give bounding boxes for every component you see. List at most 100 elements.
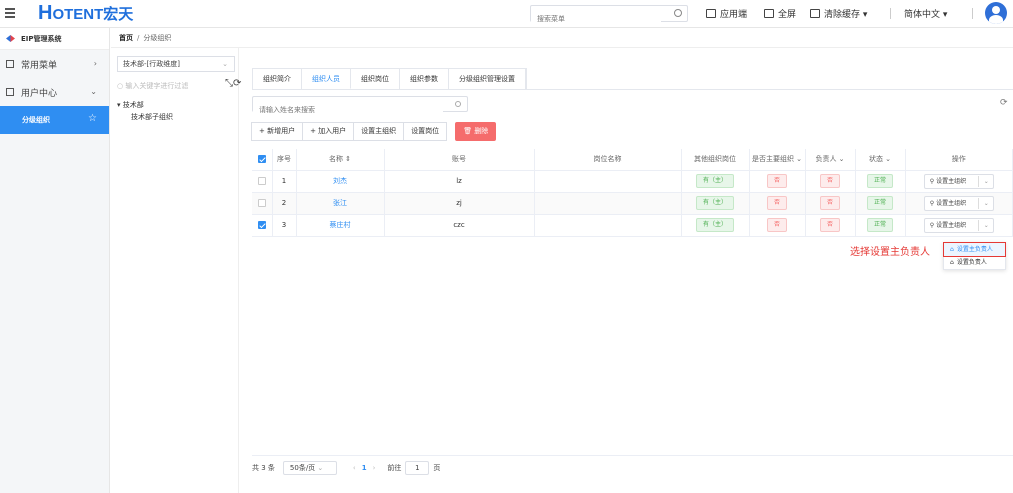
tab-org-posts[interactable]: 组织岗位: [351, 69, 400, 89]
menu-toggle-icon[interactable]: [5, 8, 15, 18]
current-page[interactable]: 1: [362, 464, 367, 472]
sidebar-item-user-center[interactable]: 用户中心 ⌄: [0, 78, 109, 106]
menu-item-set-leader[interactable]: 设置负责人: [944, 256, 1005, 269]
sidebar-item-label: 分级组织: [22, 116, 50, 124]
org-tree-panel: 技术部-[行政维度] ⌄ ○ 输入关键字进行过滤 ⤡⟳ ▾ 技术部 技术部子组织: [111, 48, 241, 493]
col-other-org-post: 其他组织岗位: [681, 149, 750, 171]
set-post-button[interactable]: 设置岗位: [403, 122, 448, 141]
divider: [977, 219, 979, 231]
system-title-text: EIP管理系统: [21, 34, 62, 43]
add-user-button[interactable]: + 新增用户: [251, 122, 304, 141]
fullscreen-icon: [764, 9, 774, 18]
main-org-tag: 否: [766, 196, 787, 210]
tree-node[interactable]: 技术部子组织: [131, 112, 173, 122]
name-search-input[interactable]: [253, 103, 443, 117]
select-all-header[interactable]: [252, 149, 273, 171]
logo-mark: H: [38, 1, 52, 24]
divider: [252, 455, 1013, 456]
row-post: [534, 170, 682, 193]
status-badge: 正常: [866, 218, 893, 232]
status-badge: 正常: [866, 174, 893, 188]
language-select[interactable]: 简体中文 ▾: [904, 7, 947, 20]
delete-button[interactable]: 🗑 删除: [455, 122, 497, 141]
row-checkbox[interactable]: [257, 221, 266, 229]
fullscreen-button[interactable]: 全屏: [764, 7, 796, 20]
menu-search-input[interactable]: [531, 11, 661, 27]
tab-org-admin-settings[interactable]: 分级组织管理设置: [449, 69, 526, 89]
name-search[interactable]: [252, 96, 468, 117]
divider: [890, 8, 891, 19]
tab-org-params[interactable]: 组织参数: [400, 69, 449, 89]
leader-tag: 否: [819, 218, 840, 232]
table-row: 2 张江 zj 有（主） 否 否 正常 ⚲ 设置主组织 ⌄: [252, 192, 1013, 215]
col-status[interactable]: 状态 ⌄: [855, 149, 906, 171]
row-no: 1: [272, 170, 297, 193]
goto-page-input[interactable]: 1: [405, 461, 430, 475]
star-icon[interactable]: ☆: [88, 113, 97, 124]
set-main-org-button[interactable]: 设置主组织: [353, 122, 405, 141]
chevron-down-icon[interactable]: ⌄: [984, 197, 989, 210]
tree-filter-input[interactable]: ○ 输入关键字进行过滤: [117, 81, 217, 91]
col-post: 岗位名称: [534, 149, 682, 171]
logo-text: OTENT宏天: [52, 5, 134, 23]
table-header: 序号 名称 ⇕ 账号 岗位名称 其他组织岗位 是否主要组织 ⌄ 负责人 ⌄ 状态…: [252, 149, 1013, 171]
row-checkbox[interactable]: [257, 199, 266, 207]
col-is-main-org[interactable]: 是否主要组织 ⌄: [749, 149, 806, 171]
dimension-select[interactable]: 技术部-[行政维度] ⌄: [117, 56, 235, 72]
avatar[interactable]: [985, 2, 1007, 24]
row-no: 2: [272, 192, 297, 215]
app-end-button[interactable]: 应用端: [706, 7, 747, 20]
row-account: lz: [384, 170, 535, 193]
language-label: 简体中文 ▾: [904, 10, 948, 20]
col-name[interactable]: 名称 ⇕: [296, 149, 385, 171]
row-checkbox[interactable]: [257, 177, 266, 185]
row-action-label[interactable]: 设置主组织: [936, 178, 966, 185]
toolbar: + 新增用户 + 加入用户 设置主组织 设置岗位 🗑 删除: [251, 122, 497, 141]
table-row: 3 蔡庄村 czc 有（主） 否 否 正常 ⚲ 设置主组织 ⌄: [252, 214, 1013, 237]
select-all-checkbox[interactable]: [257, 155, 266, 164]
prev-page-button[interactable]: ‹: [353, 464, 356, 472]
breadcrumb: 首页 / 分级组织: [111, 28, 1013, 48]
sidebar-item-common-menu[interactable]: 常用菜单 ›: [0, 50, 109, 78]
join-user-button[interactable]: + 加入用户: [302, 122, 355, 141]
other-post-tag: 有（主）: [695, 174, 734, 188]
row-action-label[interactable]: 设置主组织: [936, 222, 966, 229]
menu-item-set-main-leader[interactable]: 设置主负责人: [943, 242, 1006, 257]
row-action-label[interactable]: 设置主组织: [936, 200, 966, 207]
next-page-button[interactable]: ›: [373, 464, 376, 472]
sidebar-item-hierarchical-org[interactable]: 分级组织 ☆: [0, 106, 109, 134]
tree-node[interactable]: ▾ 技术部: [117, 100, 144, 110]
user-name-link[interactable]: 蔡庄村: [330, 221, 351, 229]
page-size-select[interactable]: 50条/页 ⌄: [282, 461, 337, 475]
pagination: 共 3 条 50条/页 ⌄ ‹ 1 › 前往 1 页: [252, 461, 440, 475]
row-action-split-button[interactable]: ⚲ 设置主组织 ⌄: [923, 217, 994, 233]
row-select[interactable]: [252, 214, 273, 237]
tab-bar: 组织简介 组织人员 组织岗位 组织参数 分级组织管理设置: [252, 68, 527, 89]
col-leader[interactable]: 负责人 ⌄: [805, 149, 856, 171]
row-action-split-button[interactable]: ⚲ 设置主组织 ⌄: [923, 195, 994, 211]
row-action-split-button[interactable]: ⚲ 设置主组织 ⌄: [923, 173, 994, 189]
refresh-icon[interactable]: ⟳: [1000, 98, 1008, 108]
row-select[interactable]: [252, 170, 273, 193]
main-org-tag: 否: [766, 174, 787, 188]
chevron-down-icon[interactable]: ⌄: [984, 175, 989, 188]
status-badge: 正常: [866, 196, 893, 210]
search-icon[interactable]: [674, 9, 682, 17]
chevron-right-icon: ›: [93, 59, 97, 68]
user-name-link[interactable]: 张江: [333, 199, 347, 207]
row-select[interactable]: [252, 192, 273, 215]
tab-org-intro[interactable]: 组织简介: [253, 69, 302, 89]
user-name-link[interactable]: 刘杰: [333, 177, 347, 185]
search-icon[interactable]: [455, 101, 461, 107]
members-table: 序号 名称 ⇕ 账号 岗位名称 其他组织岗位 是否主要组织 ⌄ 负责人 ⌄ 状态…: [252, 149, 1013, 237]
row-post: [534, 214, 682, 237]
tab-org-members[interactable]: 组织人员: [302, 69, 351, 89]
dimension-value: 技术部-[行政维度]: [123, 60, 180, 68]
action-dropdown-menu: 设置主负责人 设置负责人: [943, 242, 1006, 270]
menu-search[interactable]: [530, 5, 688, 27]
clear-cache-button[interactable]: 清除缓存 ▾: [810, 7, 867, 20]
divider: [977, 197, 979, 209]
breadcrumb-home[interactable]: 首页: [119, 33, 133, 43]
refresh-icon[interactable]: ⤡⟳: [225, 78, 241, 89]
chevron-down-icon[interactable]: ⌄: [984, 219, 989, 232]
